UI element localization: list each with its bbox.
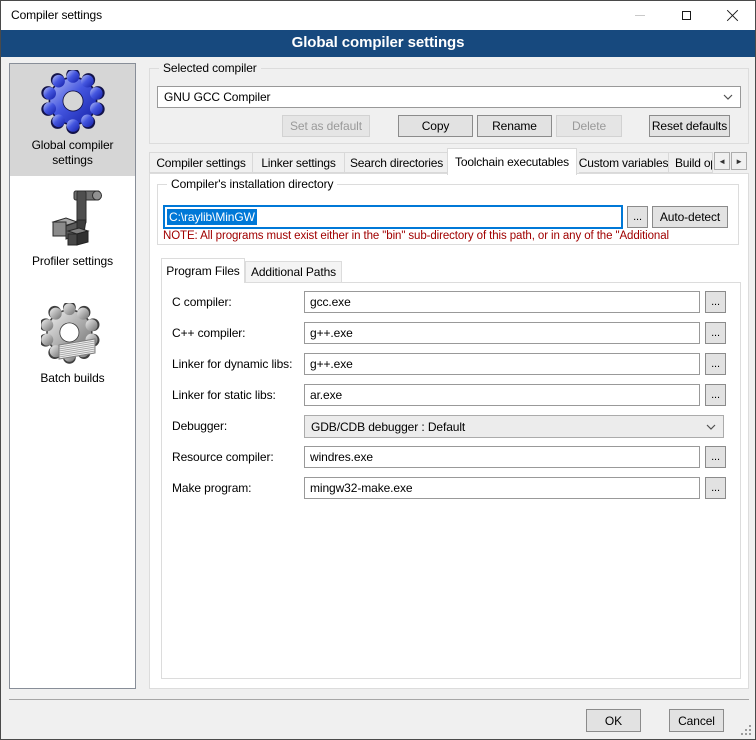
title-bar: Compiler settings: [1, 1, 755, 30]
install-dir-input[interactable]: C:\raylib\MinGW: [163, 205, 623, 229]
debugger-row: Debugger: GDB/CDB debugger : Default: [172, 415, 726, 438]
dynamic-linker-browse-button[interactable]: ...: [705, 353, 726, 375]
close-icon: [726, 9, 739, 22]
tab-build-options[interactable]: Build options: [669, 152, 713, 173]
static-linker-browse-button[interactable]: ...: [705, 384, 726, 406]
cancel-button[interactable]: Cancel: [669, 709, 724, 732]
page-title: Global compiler settings: [1, 30, 755, 57]
close-button[interactable]: [709, 1, 755, 30]
debugger-label: Debugger:: [172, 419, 227, 433]
selected-compiler-group-label: Selected compiler: [159, 61, 261, 76]
install-dir-browse-button[interactable]: ...: [627, 206, 648, 228]
chevron-down-icon: [706, 424, 716, 430]
program-files-panel: C compiler: ... C++ compiler: ... Linker…: [161, 282, 741, 679]
scroll-left-icon: ◄: [718, 157, 726, 166]
tab-scroll-right-button[interactable]: ►: [731, 152, 747, 170]
make-program-input[interactable]: [304, 477, 700, 499]
reset-defaults-button[interactable]: Reset defaults: [649, 115, 730, 137]
subtab-program-files[interactable]: Program Files: [161, 258, 245, 283]
sidebar-item-label: Profiler settings: [28, 250, 117, 277]
autodetect-button[interactable]: Auto-detect: [652, 206, 728, 228]
tab-search-directories[interactable]: Search directories: [345, 152, 449, 173]
install-dir-selected-text: C:\raylib\MinGW: [167, 209, 257, 225]
installation-directory-group-label: Compiler's installation directory: [167, 177, 337, 192]
resize-grip[interactable]: [741, 725, 751, 735]
sidebar-item-global-compiler-settings[interactable]: Global compiler settings: [10, 64, 135, 176]
cpp-compiler-label: C++ compiler:: [172, 326, 245, 340]
chevron-down-icon: [723, 94, 733, 100]
rename-button[interactable]: Rename: [477, 115, 552, 137]
tab-linker-settings[interactable]: Linker settings: [253, 152, 345, 173]
tab-custom-variables[interactable]: Custom variables: [579, 152, 669, 173]
cpp-compiler-browse-button[interactable]: ...: [705, 322, 726, 344]
tab-toolchain-executables[interactable]: Toolchain executables: [447, 148, 577, 175]
compiler-select[interactable]: GNU GCC Compiler: [157, 86, 741, 108]
ok-button[interactable]: OK: [586, 709, 641, 732]
maximize-icon: [682, 11, 691, 20]
dynamic-linker-input[interactable]: [304, 353, 700, 375]
resource-compiler-label: Resource compiler:: [172, 450, 274, 464]
tab-compiler-settings[interactable]: Compiler settings: [149, 152, 253, 173]
window-title: Compiler settings: [11, 1, 102, 30]
sidebar-item-label: Global compiler settings: [10, 134, 135, 176]
static-linker-label: Linker for static libs:: [172, 388, 276, 402]
resource-compiler-row: Resource compiler: ...: [172, 446, 726, 469]
c-compiler-row: C compiler: ...: [172, 291, 726, 314]
minimize-icon: [635, 15, 645, 16]
static-linker-input[interactable]: [304, 384, 700, 406]
c-compiler-browse-button[interactable]: ...: [705, 291, 726, 313]
debugger-select[interactable]: GDB/CDB debugger : Default: [304, 415, 724, 438]
footer-divider: [9, 699, 749, 700]
gray-gear-stack-icon: [41, 303, 105, 367]
dynamic-linker-row: Linker for dynamic libs: ...: [172, 353, 726, 376]
caliper-icon: [41, 186, 105, 250]
subtab-additional-paths[interactable]: Additional Paths: [245, 261, 342, 283]
make-program-row: Make program: ...: [172, 477, 726, 500]
cpp-compiler-row: C++ compiler: ...: [172, 322, 726, 345]
maximize-button[interactable]: [663, 1, 709, 30]
c-compiler-input[interactable]: [304, 291, 700, 313]
debugger-select-value: GDB/CDB debugger : Default: [311, 420, 465, 434]
cpp-compiler-input[interactable]: [304, 322, 700, 344]
tab-scroll-left-button[interactable]: ◄: [714, 152, 730, 170]
static-linker-row: Linker for static libs: ...: [172, 384, 726, 407]
sidebar-item-batch-builds[interactable]: Batch builds: [10, 303, 135, 394]
sidebar-item-profiler-settings[interactable]: Profiler settings: [10, 186, 135, 277]
scroll-right-icon: ►: [735, 157, 743, 166]
dynamic-linker-label: Linker for dynamic libs:: [172, 357, 292, 371]
resource-compiler-input[interactable]: [304, 446, 700, 468]
delete-button[interactable]: Delete: [556, 115, 622, 137]
note-text: NOTE: All programs must exist either in …: [163, 230, 735, 245]
compiler-select-value: GNU GCC Compiler: [164, 90, 270, 104]
make-program-label: Make program:: [172, 481, 251, 495]
set-as-default-button[interactable]: Set as default: [282, 115, 370, 137]
sidebar-item-label: Batch builds: [36, 367, 108, 394]
minimize-button[interactable]: [617, 1, 663, 30]
resource-compiler-browse-button[interactable]: ...: [705, 446, 726, 468]
make-program-browse-button[interactable]: ...: [705, 477, 726, 499]
settings-category-list: Global compiler settings Profiler settin…: [9, 63, 136, 689]
blue-gear-icon: [41, 70, 105, 134]
c-compiler-label: C compiler:: [172, 295, 232, 309]
compiler-settings-dialog: Compiler settings Global compiler settin…: [0, 0, 756, 740]
copy-button[interactable]: Copy: [398, 115, 473, 137]
